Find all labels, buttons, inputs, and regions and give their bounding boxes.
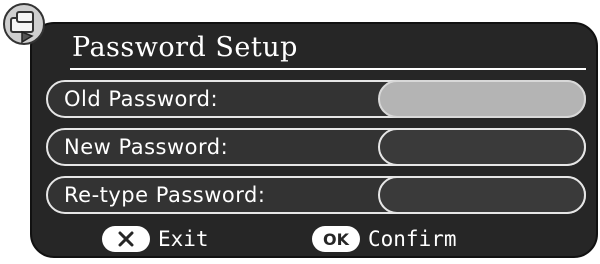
password-setup-dialog: Password Setup Old Password: New Passwor…: [30, 22, 598, 258]
retype-password-field[interactable]: [378, 176, 586, 214]
retype-password-row[interactable]: Re-type Password:: [46, 176, 586, 214]
confirm-label: Confirm: [368, 227, 457, 251]
exit-label: Exit: [158, 227, 209, 251]
old-password-label: Old Password:: [64, 87, 219, 111]
retype-password-label: Re-type Password:: [64, 183, 266, 207]
ok-pill-icon: OK: [312, 226, 360, 252]
dialog-title: Password Setup: [72, 32, 298, 63]
new-password-label: New Password:: [64, 135, 229, 159]
old-password-row[interactable]: Old Password:: [46, 80, 586, 118]
x-pill-icon: [102, 226, 150, 252]
new-password-row[interactable]: New Password:: [46, 128, 586, 166]
old-password-field[interactable]: [378, 80, 586, 118]
dialog-footer: Exit OK Confirm: [32, 226, 596, 256]
title-divider: [70, 68, 586, 70]
exit-button[interactable]: Exit: [102, 226, 209, 252]
confirm-button[interactable]: OK Confirm: [312, 226, 457, 252]
settings-badge-icon: [2, 2, 52, 48]
new-password-field[interactable]: [378, 128, 586, 166]
